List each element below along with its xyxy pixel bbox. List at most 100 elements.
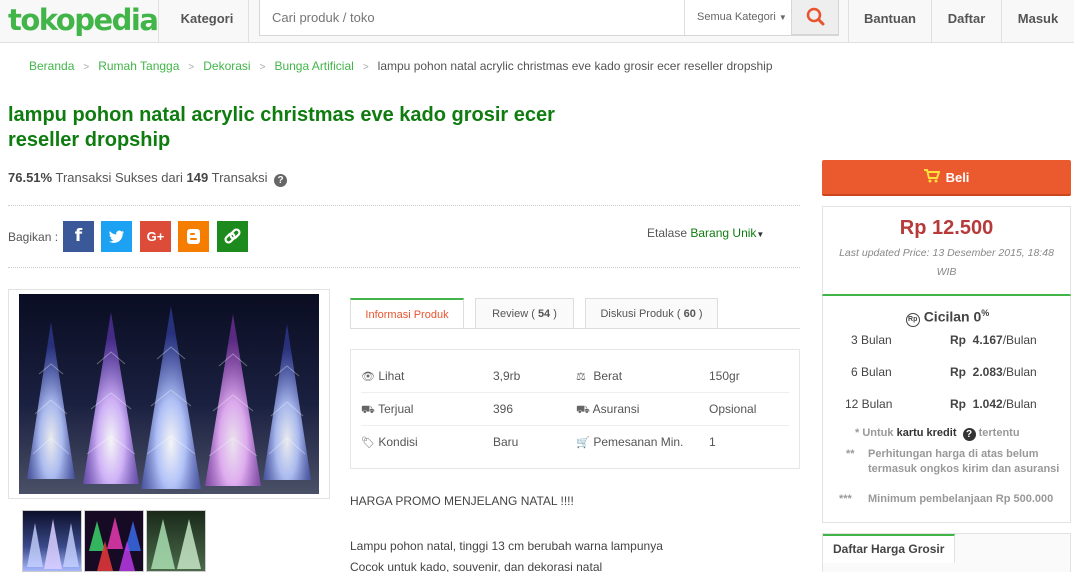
search-icon	[806, 7, 825, 26]
chevron-right-icon: >	[83, 62, 90, 73]
link-icon	[224, 228, 241, 244]
breadcrumb-beranda[interactable]: Beranda	[29, 59, 74, 73]
search-category-select[interactable]: Semua Kategori ▼	[684, 0, 792, 35]
installment-note: Minimum pembelanjaan Rp 500.000	[868, 493, 1054, 505]
installment-note: Perhitungan harga di atas belum termasuk…	[868, 448, 1060, 475]
installment-months: 3 Bulan	[851, 333, 892, 347]
breadcrumb-current: lampu pohon natal acrylic christmas eve …	[377, 59, 773, 73]
note-credit-card: kartu kredit	[896, 427, 957, 439]
installment-amount: 1.042	[972, 397, 1003, 411]
installment-title: Rp Cicilan 0%	[823, 308, 1072, 327]
eye-icon: 👁	[361, 371, 375, 383]
lihat-value: 3,9rb	[493, 369, 521, 383]
review-count: 54	[537, 308, 551, 320]
header-divider	[248, 0, 249, 43]
tab-diskusi-label: Diskusi Produk	[600, 308, 674, 320]
asuransi-value: Opsional	[709, 402, 757, 416]
tab-informasi-produk[interactable]: Informasi Produk	[350, 298, 464, 329]
facebook-share-button[interactable]: f	[63, 221, 94, 252]
masuk-link[interactable]: Masuk	[1002, 0, 1074, 43]
tab-review[interactable]: Review ( 54 )	[475, 298, 574, 328]
product-info-table: 👁 Lihat 3,9rb ⚖ Berat 150gr ⛟ Terjual 39…	[350, 349, 800, 469]
asuransi-label: Asuransi	[592, 402, 640, 416]
installment-price: Rp 4.167/Bulan	[950, 333, 1037, 347]
price-box: Rp 12.500 Last updated Price: 13 Desembe…	[822, 206, 1071, 296]
help-icon[interactable]: ?	[274, 174, 288, 187]
note-marker: ***	[839, 493, 852, 505]
wholesale-price-section: Daftar Harga Grosir	[822, 533, 1071, 572]
installment-unit: /Bulan	[1002, 365, 1037, 379]
tag-icon: 🏷	[361, 437, 375, 449]
info-cell: 👁 Lihat	[361, 360, 404, 394]
cart-icon	[923, 169, 940, 183]
facebook-icon: f	[74, 226, 83, 246]
cart-icon: 🛒	[576, 437, 590, 449]
installment-unit: /Bulan	[1002, 397, 1037, 411]
product-thumbnail[interactable]	[84, 510, 144, 572]
product-thumbnail[interactable]	[146, 510, 206, 572]
top-header: tokopedia Kategori Semua Kategori▼ Bantu…	[0, 0, 1074, 43]
thumbnail-image	[151, 519, 201, 569]
basket-icon: ⛟	[361, 404, 375, 416]
info-row: 👁 Lihat 3,9rb ⚖ Berat 150gr	[361, 360, 789, 393]
tab-diskusi-produk[interactable]: Diskusi Produk ( 60 )	[585, 298, 718, 328]
info-row: 🏷 Kondisi Baru 🛒 Pemesanan Min. 1	[361, 426, 789, 459]
info-cell: ⛟ Asuransi	[576, 393, 639, 427]
product-thumbnail[interactable]	[22, 510, 82, 572]
breadcrumb: Beranda > Rumah Tangga > Dekorasi > Bunga Arti…	[29, 59, 773, 73]
installment-currency: Rp	[950, 397, 966, 411]
divider	[8, 267, 800, 268]
breadcrumb-dekorasi[interactable]: Dekorasi	[203, 59, 250, 73]
installment-currency: Rp	[950, 365, 966, 379]
pemesanan-label: Pemesanan Min.	[593, 435, 684, 449]
help-icon[interactable]: ?	[962, 428, 976, 441]
breadcrumb-bunga-artificial[interactable]: Bunga Artificial	[274, 59, 353, 73]
buy-button[interactable]: Beli	[822, 160, 1071, 196]
buy-label: Beli	[945, 170, 970, 185]
pemesanan-value: 1	[709, 435, 716, 449]
product-price: Rp 12.500	[899, 217, 994, 239]
rupiah-icon: Rp	[905, 312, 920, 327]
berat-value: 150gr	[709, 369, 740, 383]
product-image-box[interactable]	[8, 289, 330, 499]
info-cell: ⚖ Berat	[576, 360, 622, 394]
daftar-link[interactable]: Daftar	[932, 0, 1001, 43]
kondisi-value: Baru	[493, 435, 519, 449]
bantuan-link[interactable]: Bantuan	[849, 0, 931, 43]
note-text: Untuk	[862, 427, 894, 439]
installment-currency: Rp	[950, 333, 966, 347]
breadcrumb-rumah-tangga[interactable]: Rumah Tangga	[98, 59, 179, 73]
installment-amount: 2.083	[972, 365, 1003, 379]
etalase-dropdown[interactable]: Barang Unik▼	[690, 226, 764, 240]
copy-link-button[interactable]	[217, 221, 248, 252]
wholesale-price-tab[interactable]: Daftar Harga Grosir	[823, 534, 956, 563]
blogger-share-button[interactable]	[178, 221, 209, 252]
chevron-right-icon: >	[188, 62, 195, 73]
twitter-share-button[interactable]	[101, 221, 132, 252]
tokopedia-logo[interactable]: tokopedia	[8, 3, 159, 37]
note-text: tertentu	[978, 427, 1020, 439]
description-line: Cocok untuk kado, souvenir, dan dekorasi…	[350, 560, 603, 572]
installment-unit: /Bulan	[1002, 333, 1037, 347]
google-plus-share-button[interactable]: G+	[140, 221, 171, 252]
thumbnail-image	[89, 517, 141, 571]
search-bar: Semua Kategori▼	[259, 0, 839, 36]
caret-down-icon: ▼	[756, 230, 765, 239]
description-line: HARGA PROMO MENJELANG NATAL !!!!	[350, 494, 574, 508]
search-category-label: Semua Kategori	[697, 11, 776, 23]
note-marker: *	[855, 427, 860, 439]
weight-icon: ⚖	[576, 371, 586, 383]
installment-percent: %	[981, 308, 990, 318]
terjual-value: 396	[493, 402, 514, 416]
installment-months: 6 Bulan	[851, 365, 892, 379]
kategori-menu[interactable]: Kategori	[166, 0, 248, 43]
search-button[interactable]	[791, 0, 839, 35]
info-row: ⛟ Terjual 396 ⛟ Asuransi Opsional	[361, 393, 789, 426]
installment-price: Rp 2.083/Bulan	[950, 365, 1037, 379]
info-cell: ⛟ Terjual	[361, 393, 413, 427]
installment-price: Rp 1.042/Bulan	[950, 397, 1037, 411]
installment-box: Rp Cicilan 0% 3 Bulan Rp 4.167/Bulan 6 Bu…	[822, 296, 1071, 523]
transaction-label: Transaksi	[211, 170, 268, 185]
search-input[interactable]	[260, 0, 684, 35]
header-divider	[158, 0, 159, 43]
